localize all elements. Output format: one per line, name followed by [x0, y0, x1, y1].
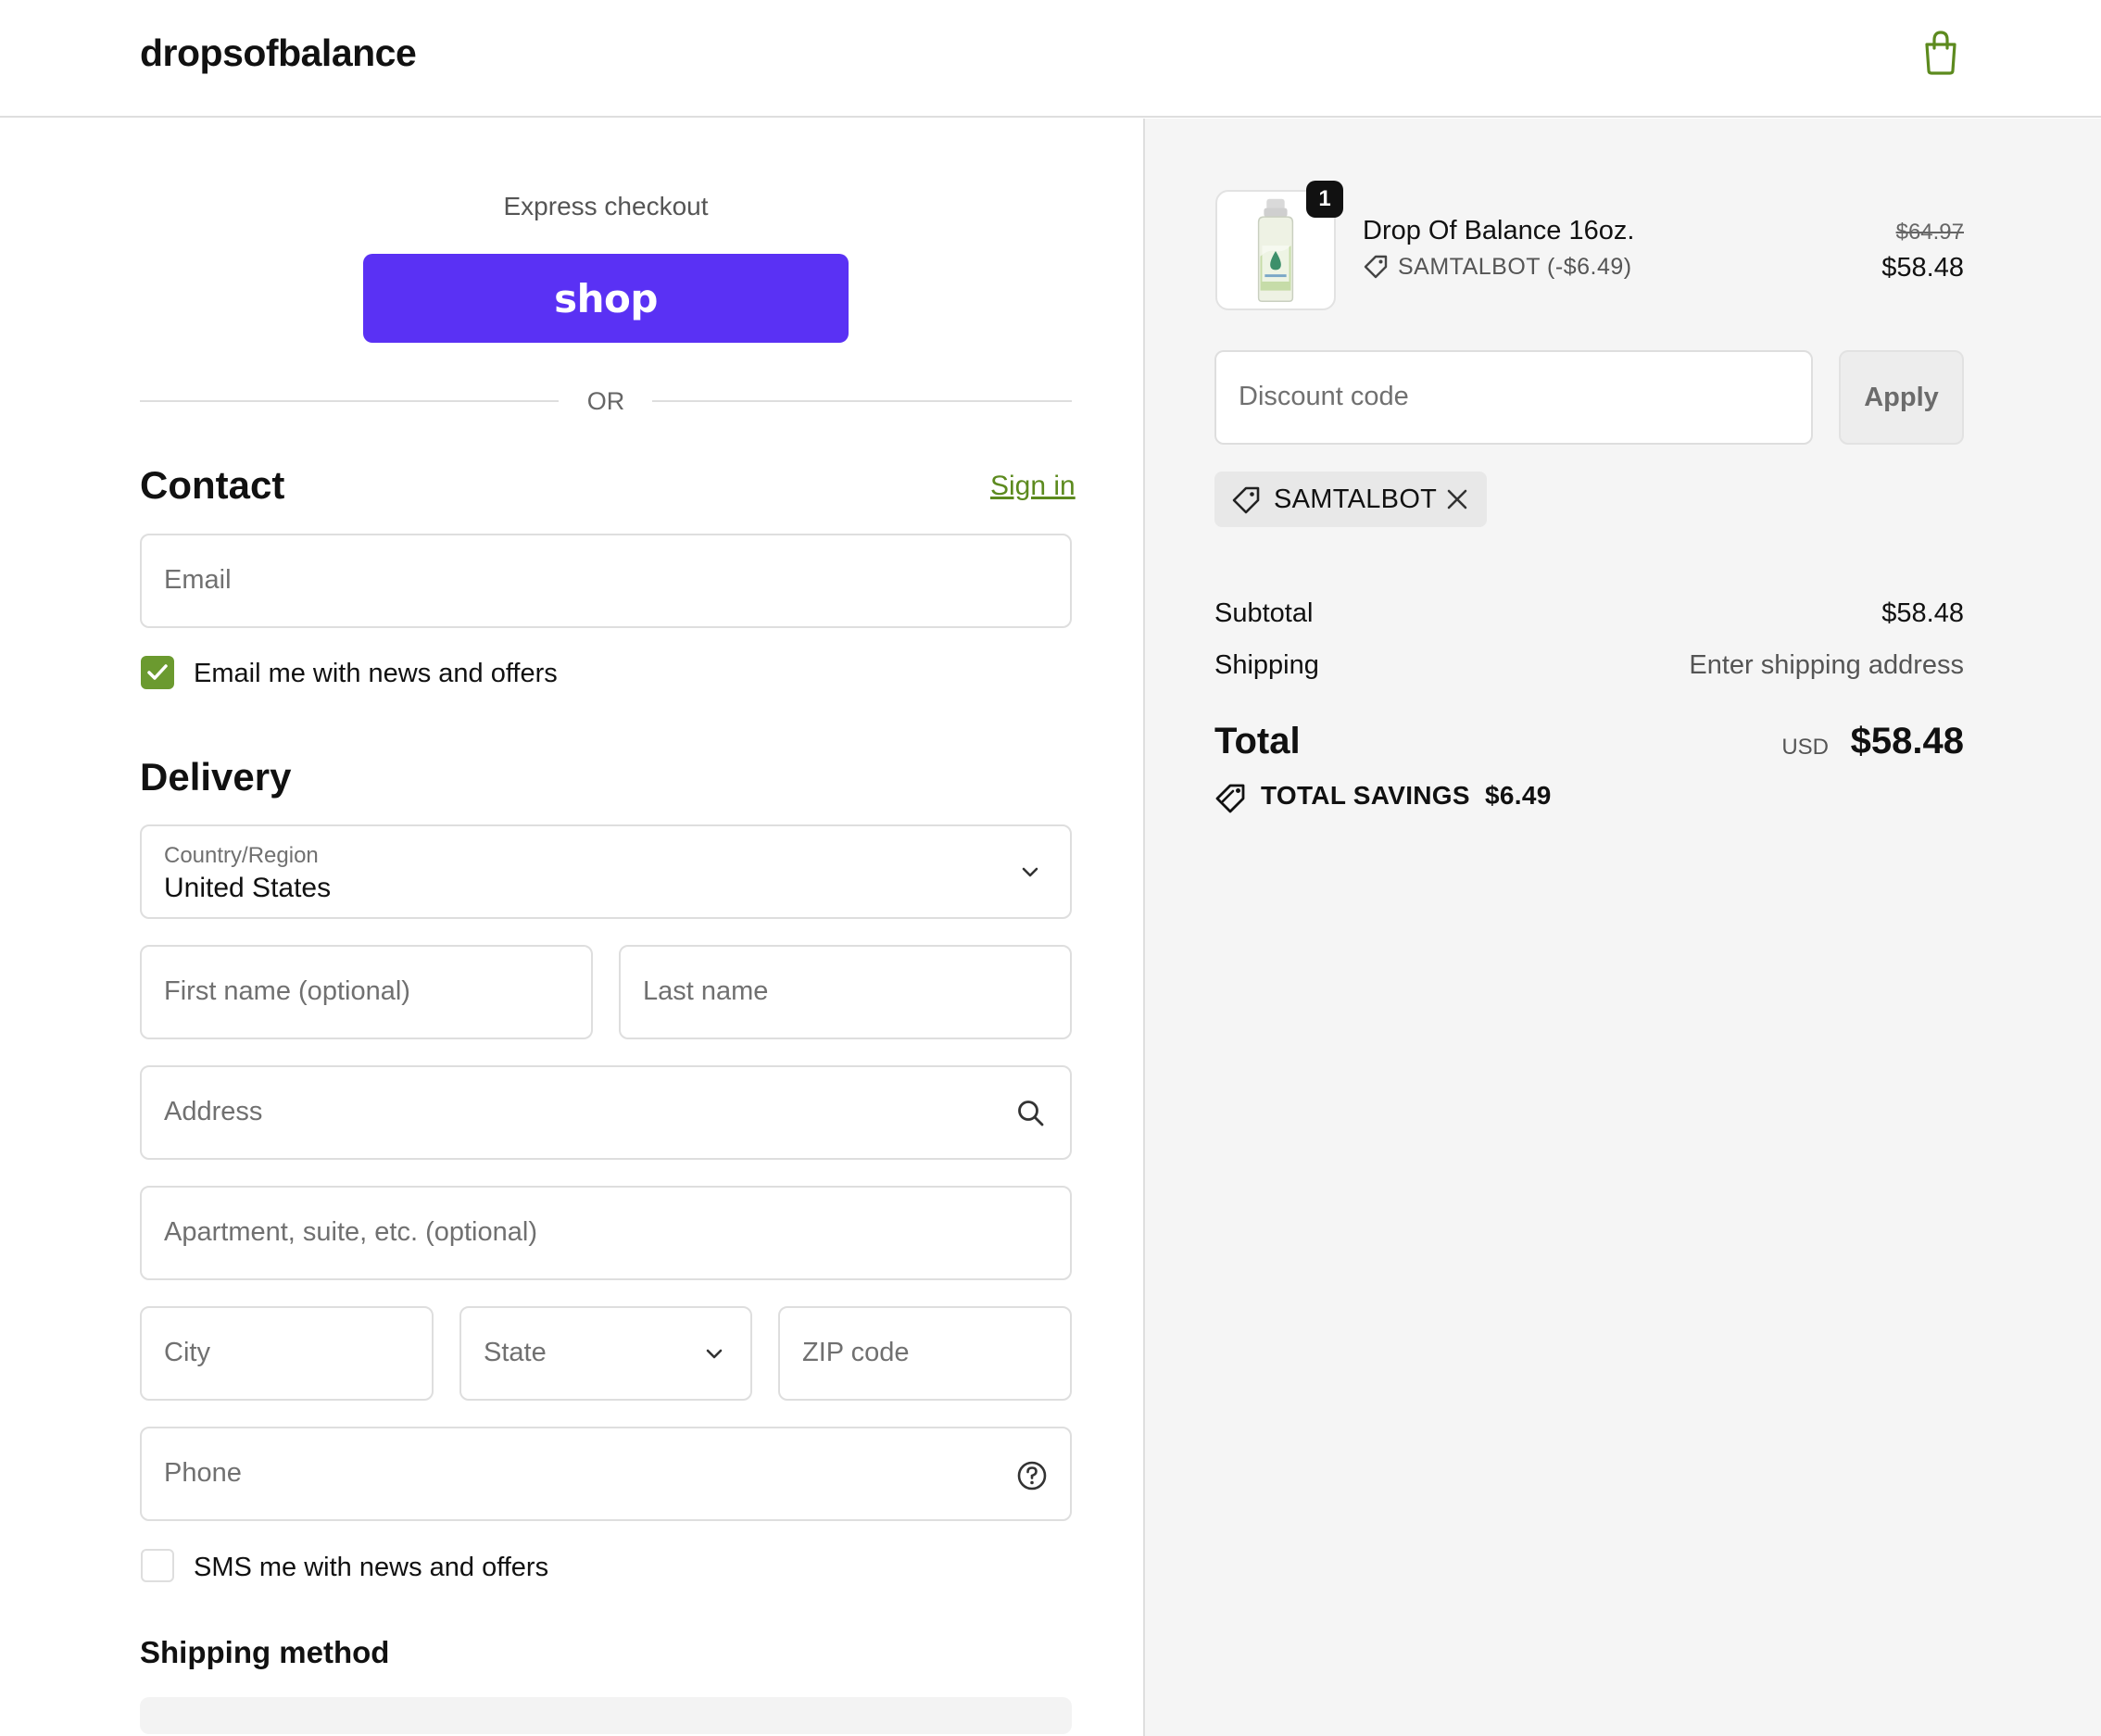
store-logo[interactable]: dropsofbalance: [140, 31, 417, 75]
city-input[interactable]: City: [140, 1306, 434, 1401]
product-name: Drop Of Balance 16oz.: [1363, 216, 1635, 245]
discount-code-placeholder: Discount code: [1239, 382, 1409, 411]
first-name-placeholder: First name (optional): [164, 976, 410, 1006]
first-name-input[interactable]: First name (optional): [140, 945, 593, 1039]
chevron-down-icon: [1022, 867, 1038, 877]
sms-news-checkbox[interactable]: [141, 1549, 174, 1582]
original-price: $64.97: [1895, 220, 1964, 245]
apply-discount-button[interactable]: Apply: [1839, 350, 1964, 445]
country-label: Country/Region: [164, 843, 319, 868]
header: dropsofbalance: [0, 0, 2101, 118]
quantity-badge: 1: [1306, 181, 1343, 218]
shipping-label: Shipping: [1214, 650, 1319, 680]
total-label: Total: [1214, 721, 1301, 761]
email-news-checkbox[interactable]: [141, 656, 174, 689]
express-checkout-title: Express checkout: [503, 192, 709, 220]
email-news-label: Email me with news and offers: [194, 659, 558, 688]
address-input[interactable]: Address: [140, 1065, 1072, 1160]
total-savings-label: TOTAL SAVINGS: [1261, 781, 1470, 810]
tag-icon: [1232, 486, 1260, 514]
product-price: $58.48: [1881, 253, 1964, 283]
phone-placeholder: Phone: [164, 1458, 242, 1488]
zip-input[interactable]: ZIP code: [778, 1306, 1072, 1401]
last-name-input[interactable]: Last name: [619, 945, 1072, 1039]
email-input[interactable]: Email: [140, 534, 1072, 628]
country-value: United States: [164, 873, 332, 903]
applied-discount-code: SAMTALBOT: [1274, 484, 1438, 514]
applied-discount-chip: SAMTALBOT: [1214, 472, 1487, 527]
zip-placeholder: ZIP code: [802, 1338, 910, 1367]
apartment-placeholder: Apartment, suite, etc. (optional): [164, 1217, 537, 1247]
subtotal-value: $58.48: [1881, 598, 1964, 628]
state-placeholder: State: [484, 1338, 547, 1367]
state-select[interactable]: State: [459, 1306, 752, 1401]
product-discount-code: SAMTALBOT (-$6.49): [1398, 254, 1632, 280]
or-divider: OR: [140, 387, 1072, 415]
shipping-method-heading: Shipping method: [140, 1635, 390, 1669]
country-select[interactable]: Country/Region United States: [140, 824, 1072, 919]
sms-news-label: SMS me with news and offers: [194, 1553, 549, 1582]
delivery-heading: Delivery: [140, 755, 292, 799]
shop-pay-button[interactable]: shop: [363, 254, 849, 343]
savings-tag-icon: [1215, 784, 1245, 813]
divider-line: [652, 400, 1072, 402]
chevron-down-icon: [706, 1349, 723, 1359]
total-savings-value: $6.49: [1485, 781, 1552, 810]
total-value: $58.48: [1850, 721, 1964, 761]
shopping-bag-icon[interactable]: [1920, 30, 1961, 76]
discount-code-input[interactable]: Discount code: [1214, 350, 1813, 445]
search-icon[interactable]: [1016, 1099, 1046, 1128]
email-placeholder: Email: [164, 565, 232, 595]
apartment-input[interactable]: Apartment, suite, etc. (optional): [140, 1186, 1072, 1280]
subtotal-label: Subtotal: [1214, 598, 1314, 628]
contact-heading: Contact: [140, 463, 285, 507]
total-savings: TOTAL SAVINGS $6.49: [1261, 781, 1552, 811]
close-icon[interactable]: [1444, 486, 1470, 512]
city-placeholder: City: [164, 1338, 210, 1367]
last-name-placeholder: Last name: [643, 976, 769, 1006]
sign-in-link[interactable]: Sign in: [990, 471, 1076, 502]
shipping-method-placeholder: [140, 1697, 1072, 1734]
help-circle-icon[interactable]: [1016, 1460, 1048, 1491]
tag-icon: [1364, 255, 1388, 279]
check-icon: [147, 664, 168, 680]
currency-code: USD: [1781, 735, 1829, 760]
shipping-value: Enter shipping address: [1689, 650, 1964, 680]
address-placeholder: Address: [164, 1097, 263, 1126]
phone-input[interactable]: Phone: [140, 1427, 1072, 1521]
